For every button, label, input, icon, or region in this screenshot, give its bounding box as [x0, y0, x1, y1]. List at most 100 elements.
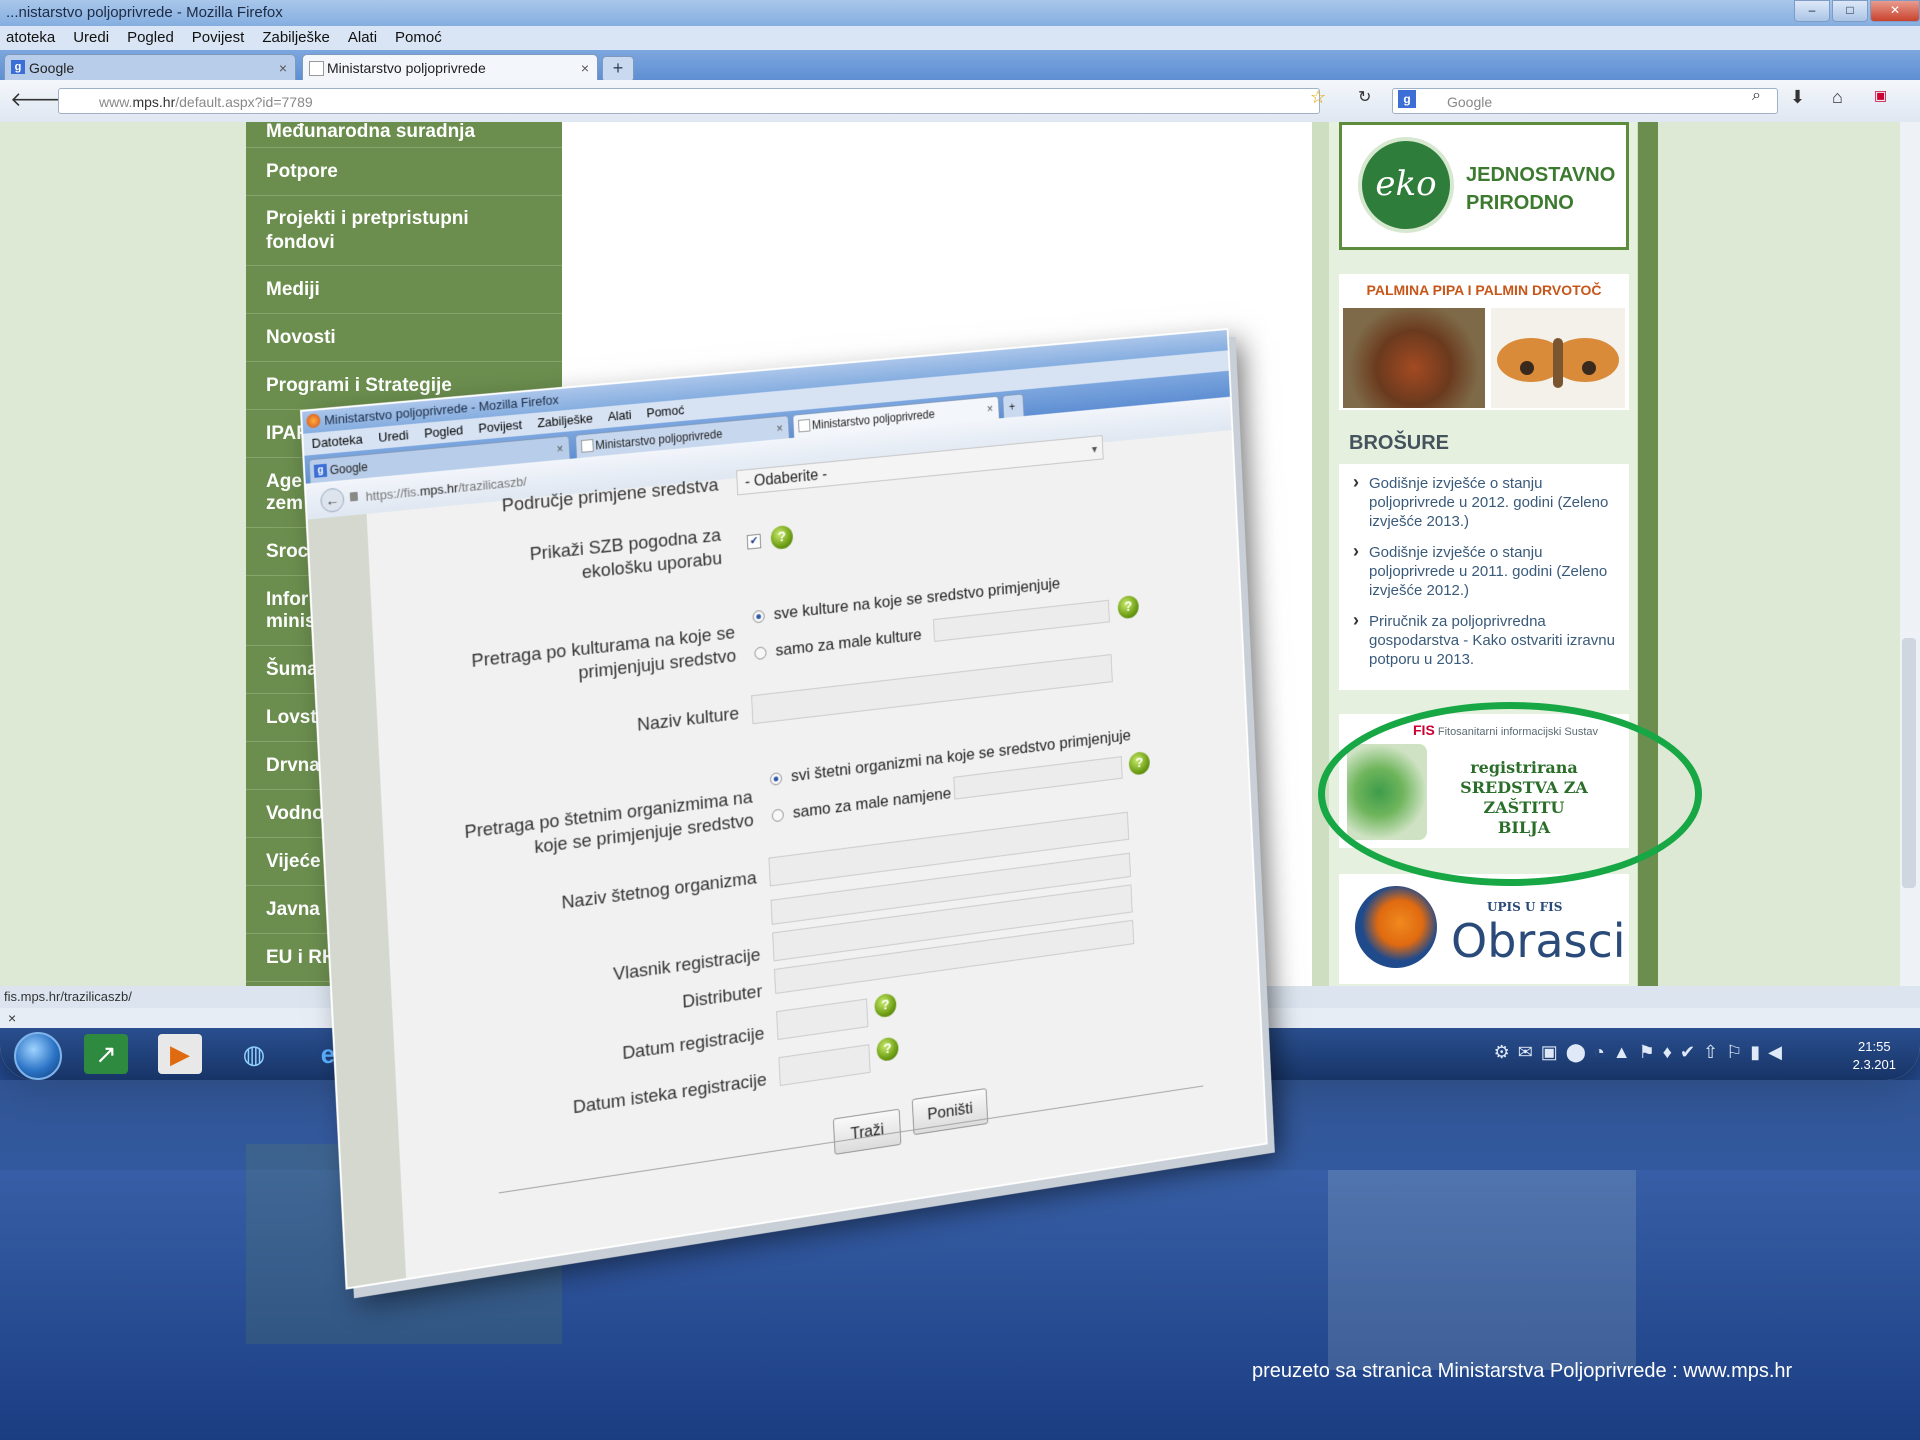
- tab-label: Ministarstvo poljoprivrede: [327, 60, 486, 76]
- sidebar-item-label: Novosti: [266, 326, 336, 348]
- download-icon[interactable]: ⬇: [1790, 87, 1805, 108]
- datum-reg-input[interactable]: [776, 998, 869, 1041]
- menu-history[interactable]: Povijest: [192, 26, 245, 50]
- navigation-bar: 🡐 www.mps.hr/default.aspx?id=7789 ☆ ↻ Go…: [0, 80, 1920, 123]
- moth-image: [1491, 308, 1625, 408]
- tab-label: Google: [29, 60, 75, 76]
- window-title: ...nistarstvo poljoprivrede - Mozilla Fi…: [6, 4, 283, 21]
- url-prefix: www.: [99, 94, 133, 110]
- sidebar-item-label: Infor minis: [266, 588, 316, 632]
- radio-selected[interactable]: [752, 609, 765, 624]
- menu-help[interactable]: Pomoć: [395, 26, 442, 50]
- minimize-button[interactable]: –: [1794, 0, 1830, 22]
- organizmi-search-label: Pretraga po štetnim organizmima na koje …: [464, 787, 755, 859]
- google-icon: g: [11, 60, 25, 74]
- maximize-button[interactable]: □: [1832, 0, 1868, 22]
- radio-selected[interactable]: [769, 771, 783, 786]
- reload-icon[interactable]: ↻: [1358, 87, 1371, 107]
- obrasci-banner[interactable]: UPIS U FIS Obrasci: [1339, 874, 1629, 984]
- brosure-list: Godišnje izvješće o stanju poljoprivrede…: [1339, 464, 1629, 690]
- vertical-scrollbar[interactable]: [1900, 122, 1920, 1012]
- google-icon: g: [313, 463, 328, 478]
- sidebar-item-medunarodna[interactable]: Međunarodna suradnja: [246, 121, 562, 148]
- search-engine-icon[interactable]: g: [1398, 90, 1416, 108]
- menu-edit[interactable]: Uredi: [73, 26, 109, 50]
- datum-reg-label: Datum registracije: [621, 1023, 765, 1065]
- clock-time: 21:55: [1858, 1039, 1891, 1054]
- start-button[interactable]: [14, 1032, 62, 1080]
- fg-new-tab-button[interactable]: +: [1002, 393, 1025, 419]
- naziv-organizma-label: Naziv štetnog organizma: [561, 867, 758, 914]
- tab-close-icon[interactable]: ×: [581, 55, 589, 81]
- address-bar[interactable]: www.mps.hr/default.aspx?id=7789: [58, 88, 1320, 114]
- tab-close-icon[interactable]: ×: [279, 55, 287, 81]
- help-icon[interactable]: ?: [876, 1036, 899, 1063]
- tab-ministarstvo[interactable]: Ministarstvo poljoprivrede ×: [302, 54, 598, 80]
- menu-file[interactable]: atoteka: [6, 26, 55, 50]
- fg-menu-tools[interactable]: Alati: [607, 404, 632, 428]
- brosure-heading: BROŠURE: [1349, 432, 1450, 454]
- sidebar-item-mediji[interactable]: Mediji: [246, 266, 562, 314]
- fg-url-prefix: https://fis.: [365, 483, 421, 504]
- chart-app-icon[interactable]: ↗: [84, 1034, 128, 1074]
- eko-slogan: JEDNOSTAVNO PRIRODNO: [1466, 161, 1615, 217]
- page-icon: [580, 438, 594, 453]
- tab-close-icon[interactable]: ×: [986, 397, 994, 420]
- menu-bookmarks[interactable]: Zabilješke: [262, 26, 330, 50]
- search-box[interactable]: Google: [1392, 88, 1778, 114]
- sidebar-item-novosti[interactable]: Novosti: [246, 314, 562, 362]
- sidebar-item-label: Drvna: [266, 754, 320, 776]
- media-player-icon[interactable]: ▶: [158, 1034, 202, 1074]
- obrasci-logo: [1355, 886, 1437, 968]
- addon-icon[interactable]: ▣: [1874, 87, 1887, 104]
- back-arrow-icon[interactable]: 🡐: [10, 87, 64, 112]
- eko-logo: eko: [1358, 137, 1454, 233]
- back-arrow-icon[interactable]: ←: [319, 487, 345, 514]
- radio-unselected[interactable]: [771, 808, 785, 823]
- palm-banner[interactable]: PALMINA PIPA I PALMIN DRVOTOČ: [1339, 274, 1629, 410]
- firefox-icon: [306, 413, 321, 429]
- new-tab-button[interactable]: +: [602, 56, 634, 82]
- kulture-aux-input[interactable]: [932, 599, 1110, 642]
- naziv-kulture-input[interactable]: [751, 654, 1113, 725]
- help-icon[interactable]: ?: [770, 524, 794, 551]
- fg-page-body: Područje primjene sredstva - Odaberite -…: [307, 430, 1266, 1288]
- scroll-thumb[interactable]: [1902, 638, 1916, 888]
- sidebar-item-projekti[interactable]: Projekti i pretpristupni fondovi: [246, 196, 562, 266]
- menu-view[interactable]: Pogled: [127, 26, 174, 50]
- bookmark-star-icon[interactable]: ☆: [1310, 87, 1326, 108]
- help-icon[interactable]: ?: [874, 992, 897, 1019]
- close-button[interactable]: ✕: [1870, 0, 1920, 22]
- brosure-link-2013[interactable]: Godišnje izvješće o stanju poljoprivrede…: [1347, 473, 1619, 531]
- sidebar-item-label: Potpore: [266, 160, 338, 182]
- eko-banner[interactable]: eko JEDNOSTAVNO PRIRODNO: [1339, 122, 1629, 250]
- kulture-radio-small[interactable]: samo za male kulture: [754, 624, 922, 664]
- help-icon[interactable]: ?: [1117, 594, 1140, 620]
- findbar-close-icon[interactable]: ×: [8, 1010, 16, 1026]
- menu-tools[interactable]: Alati: [348, 26, 377, 50]
- foreground-browser-window: Ministarstvo poljoprivrede - Mozilla Fir…: [300, 327, 1268, 1290]
- tab-close-icon[interactable]: ×: [556, 437, 564, 461]
- datum-isteka-input[interactable]: [778, 1044, 871, 1087]
- tab-bar: g Google × Ministarstvo poljoprivrede × …: [0, 50, 1920, 82]
- radio-unselected[interactable]: [754, 646, 767, 661]
- eko-filter-checkbox[interactable]: ✔: [746, 533, 762, 550]
- help-icon[interactable]: ?: [1128, 750, 1151, 776]
- brosure-link-2012[interactable]: Godišnje izvješće o stanju poljoprivrede…: [1347, 542, 1619, 600]
- eko-filter-label: Prikaži SZB pogodna za ekološku uporabu: [529, 525, 723, 584]
- eko-line1: JEDNOSTAVNO: [1466, 164, 1616, 186]
- globe-icon[interactable]: ◍: [232, 1034, 276, 1074]
- status-url: fis.mps.hr/trazilicaszb/: [4, 989, 132, 1004]
- system-clock[interactable]: 21:55 2.3.201: [1853, 1038, 1896, 1074]
- organizmi-radio-small[interactable]: samo za male namjene: [771, 783, 952, 826]
- sidebar-item-label: Mediji: [266, 278, 320, 300]
- tab-google[interactable]: g Google ×: [4, 54, 296, 80]
- brosure-link-prirucnik[interactable]: Priručnik za poljoprivredna gospodarstva…: [1347, 611, 1619, 669]
- system-tray-icons[interactable]: ⚙✉▣⬤◔▲⚑♦✔⇧⚐▮◀: [1494, 1042, 1790, 1063]
- search-icon[interactable]: ⌕: [1752, 87, 1761, 105]
- home-icon[interactable]: ⌂: [1832, 87, 1843, 108]
- fg-menu-edit[interactable]: Uredi: [378, 424, 409, 449]
- tab-close-icon[interactable]: ×: [776, 417, 784, 441]
- sidebar-item-potpore[interactable]: Potpore: [246, 148, 562, 196]
- plus-icon: +: [1008, 399, 1016, 414]
